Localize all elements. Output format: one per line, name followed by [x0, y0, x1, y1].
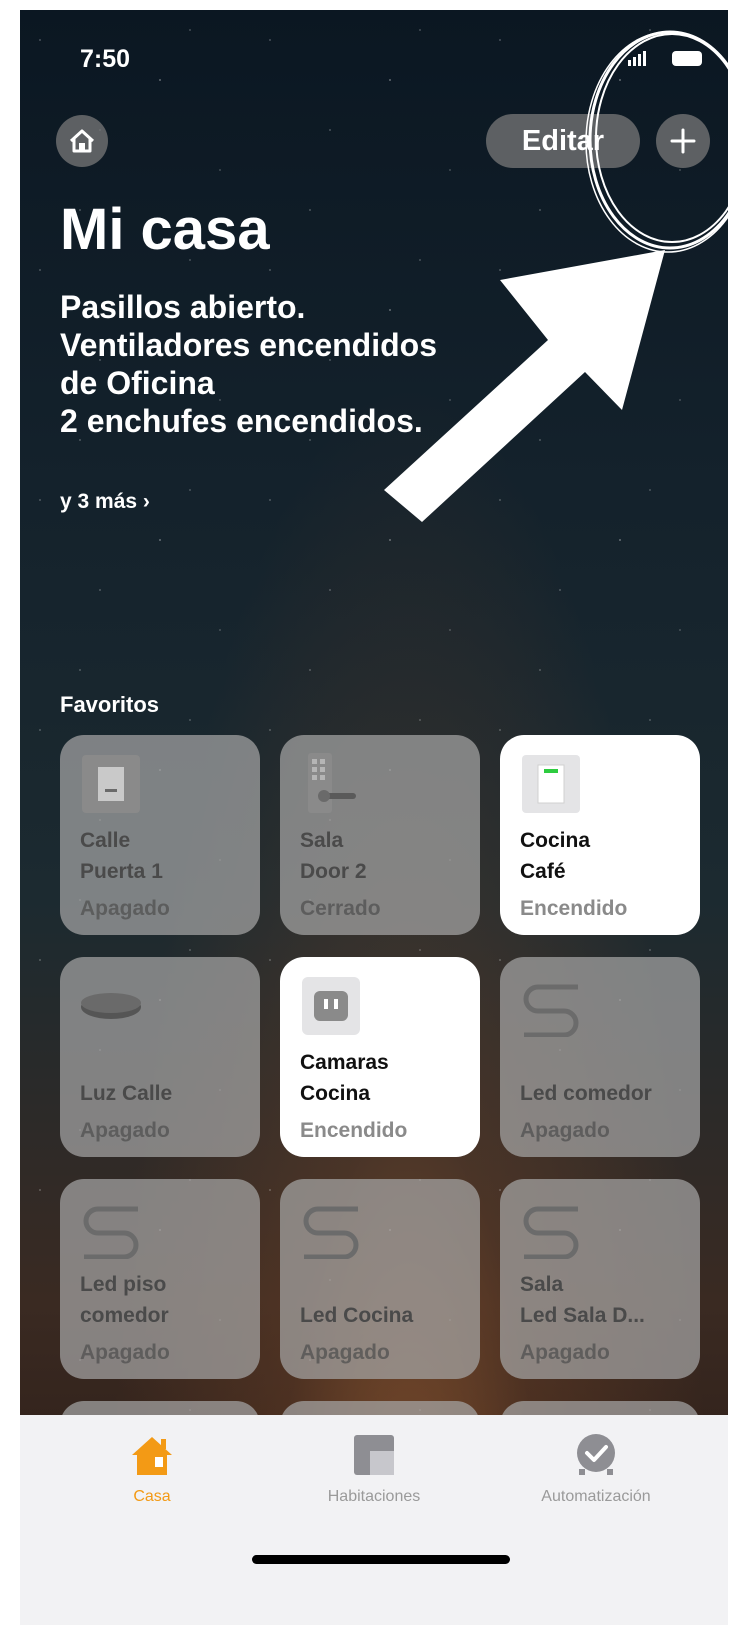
tile-name: Sala Led Sala D... — [520, 1273, 645, 1327]
plus-icon — [670, 128, 696, 154]
house-icon — [132, 1437, 172, 1475]
accessory-tile-cocina-cafe[interactable]: Cocina Café Encendido — [500, 735, 700, 935]
tile-state: Apagado — [520, 1119, 610, 1142]
summary-line: Pasillos abierto. — [60, 289, 306, 325]
add-button[interactable] — [656, 114, 710, 168]
tile-name: Cocina Café — [520, 829, 591, 883]
tile-state: Encendido — [300, 1119, 408, 1142]
smart-lock-icon — [308, 753, 356, 813]
led-strip-icon — [523, 1206, 579, 1259]
door-switch-icon — [82, 755, 140, 813]
summary-line: de Oficina — [60, 365, 215, 401]
status-icons — [626, 48, 706, 75]
automation-icon — [577, 1434, 615, 1475]
tab-automatizacion[interactable]: Automatización — [506, 1433, 686, 1506]
status-time: 7:50 — [80, 45, 131, 73]
tile-name: Led piso comedor — [80, 1273, 169, 1327]
tile-name: Calle Puerta 1 — [80, 829, 163, 883]
accessory-tile-luz-calle[interactable]: Luz Calle Apagado — [60, 957, 260, 1157]
tile-name: Luz Calle — [80, 1082, 173, 1105]
ceiling-light-icon — [81, 993, 141, 1019]
rooms-icon — [354, 1435, 394, 1475]
accessory-tile-calle-puerta[interactable]: Calle Puerta 1 Apagado — [60, 735, 260, 935]
tile-name: Led Cocina — [300, 1304, 414, 1327]
tab-bar: Casa Habitaciones Automatización — [20, 1415, 728, 1625]
outlet-icon — [302, 977, 360, 1035]
summary-line: Ventiladores encendidos — [60, 327, 437, 363]
tile-state: Encendido — [520, 897, 628, 920]
battery-icon — [628, 51, 702, 66]
led-strip-icon — [83, 1206, 139, 1259]
tab-label: Casa — [133, 1488, 171, 1505]
tile-state: Apagado — [80, 1341, 170, 1364]
accessory-tile-led-comedor[interactable]: Led comedor Apagado — [500, 957, 700, 1157]
home-app-screen: 7:50 Editar Mi casa Pasillos abierto. Ve… — [20, 10, 728, 1625]
favorites-heading: Favoritos — [60, 692, 160, 717]
summary-line: 2 enchufes encendidos. — [60, 403, 423, 439]
tile-state: Apagado — [80, 897, 170, 920]
house-outline-icon — [69, 129, 95, 153]
tile-state: Apagado — [300, 1341, 390, 1364]
tile-name: Camaras Cocina — [300, 1051, 389, 1105]
tile-state: Apagado — [80, 1119, 170, 1142]
home-indicator — [252, 1555, 510, 1564]
accessory-tile-led-cocina[interactable]: Led Cocina Apagado — [280, 1179, 480, 1379]
home-settings-button[interactable] — [56, 115, 108, 167]
tile-state: Cerrado — [300, 897, 381, 920]
switch-on-icon — [522, 755, 580, 813]
tab-label: Automatización — [541, 1488, 651, 1505]
tab-habitaciones[interactable]: Habitaciones — [284, 1433, 464, 1506]
accessory-tile-sala-led[interactable]: Sala Led Sala D... Apagado — [500, 1179, 700, 1379]
accessory-tile-camaras-cocina[interactable]: Camaras Cocina Encendido — [280, 957, 480, 1157]
home-summary: Pasillos abierto. Ventiladores encendido… — [60, 288, 660, 440]
accessory-tile-led-piso-comedor[interactable]: Led piso comedor Apagado — [60, 1179, 260, 1379]
tile-name: Led comedor — [520, 1082, 652, 1105]
tile-name: Sala Door 2 — [300, 829, 367, 883]
tile-state: Apagado — [520, 1341, 610, 1364]
accessory-tile-sala-door[interactable]: Sala Door 2 Cerrado — [280, 735, 480, 935]
led-strip-icon — [303, 1206, 359, 1259]
edit-button[interactable]: Editar — [486, 114, 640, 168]
led-strip-icon — [523, 984, 579, 1037]
page-title: Mi casa — [60, 197, 270, 262]
tab-label: Habitaciones — [327, 1488, 421, 1505]
more-link[interactable]: y 3 más › — [60, 490, 150, 514]
tab-casa[interactable]: Casa — [62, 1433, 242, 1506]
